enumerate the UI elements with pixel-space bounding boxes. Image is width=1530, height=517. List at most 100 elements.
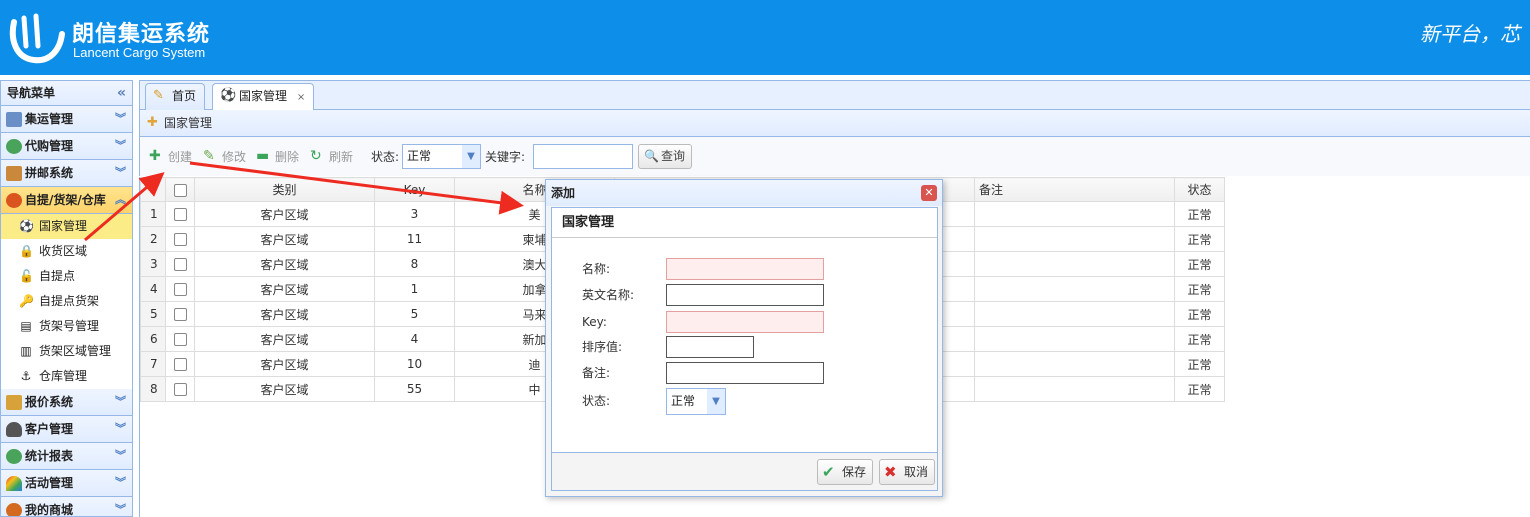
tab-home[interactable]: ✎ 首页 xyxy=(145,83,206,110)
sidebar-item-label: 国家管理 xyxy=(39,219,88,233)
row-checkbox[interactable] xyxy=(173,358,187,371)
row-checkbox[interactable] xyxy=(173,208,187,221)
row-checkbox-cell[interactable] xyxy=(165,376,195,402)
sidebar-item-shelf-number[interactable]: ▤ 货架号管理 xyxy=(1,314,132,339)
chevron-down-icon[interactable]: ︾ xyxy=(115,470,126,496)
row-checkbox[interactable] xyxy=(173,233,187,246)
row-checkbox-cell[interactable] xyxy=(165,276,195,302)
chevron-up-icon[interactable]: ︽ xyxy=(115,187,126,213)
row-number: 5 xyxy=(140,301,166,327)
remark-field[interactable] xyxy=(666,362,824,384)
brand-subtitle: Lancent Cargo System xyxy=(73,45,206,60)
brand-name: 朗信集运系统 xyxy=(72,22,211,47)
chevron-down-icon[interactable]: ︾ xyxy=(115,416,126,442)
cell-key: 1 xyxy=(374,276,455,302)
cell-status: 正常 xyxy=(1174,226,1225,252)
chevron-down-icon[interactable]: ︾ xyxy=(115,497,126,516)
row-number: 1 xyxy=(140,201,166,227)
row-checkbox[interactable] xyxy=(173,383,187,396)
chevron-down-icon[interactable]: ▼ xyxy=(462,145,480,168)
sidebar-group-label: 活动管理 xyxy=(25,476,74,490)
chevron-down-icon[interactable]: ︾ xyxy=(115,389,126,415)
pencil-icon: ✎ xyxy=(203,148,215,164)
row-checkbox-cell[interactable] xyxy=(165,351,195,377)
sidebar-group-purchase[interactable]: 代购管理 ︾ xyxy=(1,133,132,160)
chevron-down-icon[interactable]: ︾ xyxy=(115,106,126,132)
status-field-select[interactable]: 正常 ▼ xyxy=(666,388,726,415)
cell-key: 4 xyxy=(374,326,455,352)
row-checkbox-cell[interactable] xyxy=(165,201,195,227)
sidebar-group-label: 统计报表 xyxy=(25,449,74,463)
close-icon[interactable]: ✕ xyxy=(921,185,937,201)
delete-button[interactable]: ▬ 删除 xyxy=(256,147,299,167)
chevron-down-icon[interactable]: ▼ xyxy=(707,389,725,414)
row-checkbox-cell[interactable] xyxy=(165,251,195,277)
search-icon: 🔍 xyxy=(644,149,659,163)
select-all-cell[interactable] xyxy=(165,177,195,202)
sidebar-group-consolidation[interactable]: 拼邮系统 ︾ xyxy=(1,160,132,187)
sidebar-group-quote[interactable]: 报价系统 ︾ xyxy=(1,389,132,416)
collapse-icon[interactable]: « xyxy=(117,81,126,106)
chevron-down-icon[interactable]: ︾ xyxy=(115,160,126,186)
dialog-header[interactable]: 添加 ✕ xyxy=(546,180,942,206)
row-checkbox[interactable] xyxy=(173,308,187,321)
keyword-input[interactable] xyxy=(533,144,633,169)
save-label: 保存 xyxy=(842,465,867,479)
close-icon[interactable]: × xyxy=(297,92,305,103)
cell-key: 11 xyxy=(374,226,455,252)
chevron-down-icon[interactable]: ︾ xyxy=(115,443,126,469)
key-field[interactable] xyxy=(666,311,824,333)
tab-label: 国家管理 xyxy=(239,89,288,103)
row-checkbox[interactable] xyxy=(173,333,187,346)
cell-key: 5 xyxy=(374,301,455,327)
name-label: 名称: xyxy=(582,262,611,276)
create-button[interactable]: ✚ 创建 xyxy=(149,147,192,167)
row-checkbox[interactable] xyxy=(173,258,187,271)
cell-type: 客户区域 xyxy=(194,351,375,377)
save-button[interactable]: ✔ 保存 xyxy=(817,459,874,485)
sidebar-item-pickup-point[interactable]: 🔓 自提点 xyxy=(1,264,132,289)
row-checkbox-cell[interactable] xyxy=(165,301,195,327)
name-field[interactable] xyxy=(666,258,824,280)
tab-country[interactable]: ⚽ 国家管理 × xyxy=(212,83,315,111)
sidebar-group-report[interactable]: 统计报表 ︾ xyxy=(1,443,132,470)
column-header-type[interactable]: 类别 xyxy=(194,177,375,202)
sidebar-item-label: 收货区域 xyxy=(39,244,88,258)
chevron-down-icon[interactable]: ︾ xyxy=(115,133,126,159)
sidebar-item-warehouse[interactable]: ⚓ 仓库管理 xyxy=(1,364,132,389)
column-header-status[interactable]: 状态 xyxy=(1174,177,1225,202)
status-select[interactable]: 正常 ▼ xyxy=(402,144,481,169)
cell-remark xyxy=(974,326,1175,352)
en-name-field[interactable] xyxy=(666,284,824,306)
select-all-checkbox[interactable] xyxy=(173,183,187,197)
sidebar-item-receive-area[interactable]: 🔒 收货区域 xyxy=(1,239,132,264)
edit-button[interactable]: ✎ 修改 xyxy=(203,147,246,167)
sidebar-item-shelf-area[interactable]: ▥ 货架区域管理 xyxy=(1,339,132,364)
cell-type: 客户区域 xyxy=(194,251,375,277)
sidebar-item-pickup-shelf[interactable]: 🔑 自提点货架 xyxy=(1,289,132,314)
cell-type: 客户区域 xyxy=(194,376,375,402)
sidebar-group-pickup[interactable]: 自提/货架/仓库 ︽ xyxy=(1,187,132,214)
panel-title-text: 国家管理 xyxy=(164,116,213,130)
panel-title: ✚ 国家管理 xyxy=(139,110,1530,137)
cell-key: 10 xyxy=(374,351,455,377)
sidebar-group-shipping[interactable]: 集运管理 ︾ xyxy=(1,106,132,133)
column-header-key[interactable]: Key xyxy=(374,177,455,202)
sidebar-group-mall[interactable]: 我的商城 ︾ xyxy=(1,497,132,516)
column-header-remark[interactable]: 备注 xyxy=(974,177,1175,202)
dialog-footer: ✔ 保存 ✖ 取消 xyxy=(551,453,938,491)
row-checkbox-cell[interactable] xyxy=(165,326,195,352)
refresh-button[interactable]: ↻ 刷新 xyxy=(310,147,353,167)
sidebar-group-customer[interactable]: 客户管理 ︾ xyxy=(1,416,132,443)
cell-remark xyxy=(974,376,1175,402)
row-checkbox-cell[interactable] xyxy=(165,226,195,252)
sidebar-group-activity[interactable]: 活动管理 ︾ xyxy=(1,470,132,497)
cancel-button[interactable]: ✖ 取消 xyxy=(879,459,936,485)
search-button[interactable]: 🔍 查询 xyxy=(638,144,693,169)
sort-field[interactable] xyxy=(666,336,754,358)
sidebar-title: 导航菜单 « xyxy=(1,80,132,106)
sidebar-item-country[interactable]: ⚽ 国家管理 xyxy=(1,214,132,239)
row-checkbox[interactable] xyxy=(173,283,187,296)
cancel-label: 取消 xyxy=(904,465,929,479)
key-label: Key: xyxy=(582,315,607,329)
